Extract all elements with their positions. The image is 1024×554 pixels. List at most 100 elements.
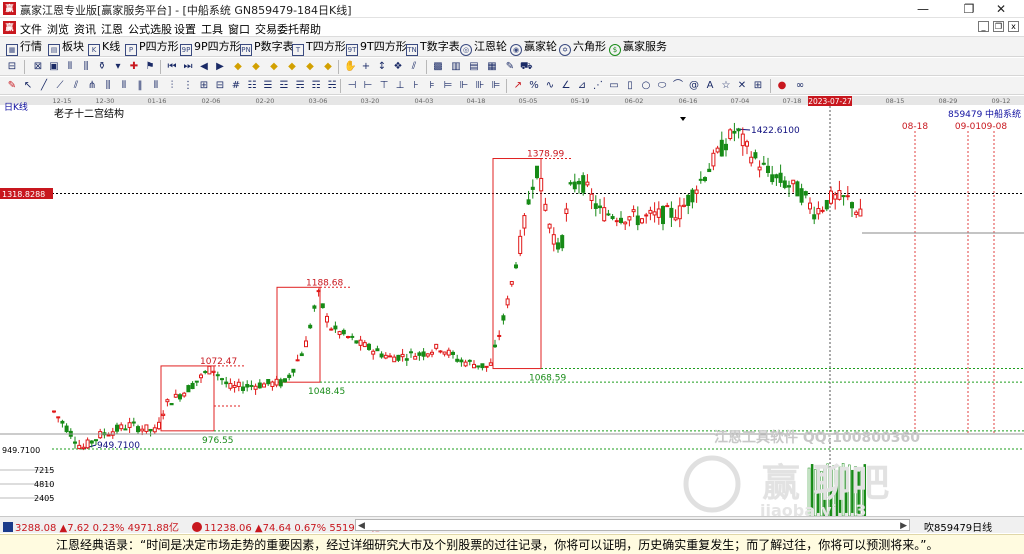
- toolbar-hexagon-button[interactable]: ✡ 六角形: [559, 40, 606, 56]
- line-icon[interactable]: ⫽: [408, 61, 420, 73]
- fib2-icon[interactable]: ⊢: [362, 80, 374, 92]
- fib6-icon[interactable]: ⊧: [426, 80, 438, 92]
- line-tool-icon[interactable]: ╱: [38, 80, 50, 92]
- menu-help[interactable]: 帮助: [299, 21, 321, 37]
- menu-tools[interactable]: 工具: [201, 21, 223, 37]
- menu-window[interactable]: 窗口: [228, 21, 250, 37]
- text-icon[interactable]: A: [704, 80, 716, 92]
- menu-formula[interactable]: 公式选股: [128, 21, 172, 37]
- toolbar-service-button[interactable]: $ 赢家服务: [609, 40, 667, 56]
- fan-icon[interactable]: ⋰: [592, 80, 604, 92]
- diamond-3-icon[interactable]: ◆: [268, 61, 280, 73]
- spiral-icon[interactable]: @: [688, 80, 700, 92]
- ladder4-icon[interactable]: ☴: [294, 80, 306, 92]
- scroll-right-icon[interactable]: ▶: [900, 521, 907, 531]
- toolbar-kline-button[interactable]: K K线: [88, 40, 120, 56]
- minimize-button[interactable]: —: [900, 0, 946, 18]
- pattern-icon[interactable]: ⊠: [32, 61, 44, 73]
- toolbar-t-square-button[interactable]: T T四方形: [292, 40, 346, 56]
- ray-icon[interactable]: ⟋: [54, 80, 66, 92]
- diamond-4-icon[interactable]: ◆: [286, 61, 298, 73]
- calc-icon[interactable]: ▦: [486, 61, 498, 73]
- toolbar-t-number-button[interactable]: TN T数字表: [406, 40, 460, 56]
- fib-icon[interactable]: ⊣: [346, 80, 358, 92]
- tools-icon[interactable]: ✎: [504, 61, 516, 73]
- toolbar-p-square-button[interactable]: P P四方形: [125, 40, 179, 56]
- pitch-icon[interactable]: ⊿: [576, 80, 588, 92]
- grid2-icon[interactable]: ⊟: [214, 80, 226, 92]
- angle-icon[interactable]: ∠: [560, 80, 572, 92]
- kline-chart[interactable]: 12-15 12-30 01-16 02-06 02-20 03-06 03-20 04-03…: [0, 96, 1024, 520]
- toolbar-9t-square-button[interactable]: 9T 9T四方形: [346, 40, 407, 56]
- fib8-icon[interactable]: ⊩: [458, 80, 470, 92]
- toolbar-gann-wheel-button[interactable]: ◎ 江恩轮: [460, 40, 507, 56]
- toolbar-9p-square-button[interactable]: 9P 9P四方形: [180, 40, 241, 56]
- flag-icon[interactable]: ⚑: [144, 61, 156, 73]
- fib3-icon[interactable]: ⊤: [378, 80, 390, 92]
- print-icon[interactable]: ▤: [468, 61, 480, 73]
- index1-status[interactable]: 3288.08 ▲7.62 0.23% 4971.88亿: [3, 519, 179, 534]
- box2-icon[interactable]: ▯: [624, 80, 636, 92]
- diamond-2-icon[interactable]: ◆: [250, 61, 262, 73]
- cross-icon[interactable]: ✕: [736, 80, 748, 92]
- hand-icon[interactable]: ✋: [344, 61, 356, 73]
- toolbar-blocks-button[interactable]: ▤ 板块: [48, 40, 84, 56]
- fib7-icon[interactable]: ⊨: [442, 80, 454, 92]
- pointer-icon[interactable]: ↖: [22, 80, 34, 92]
- rise-icon[interactable]: ↗: [512, 80, 524, 92]
- plus-arrow-icon[interactable]: ✚: [128, 61, 140, 73]
- pen-icon[interactable]: ✎: [6, 80, 18, 92]
- mdi-minimize-button[interactable]: _: [978, 21, 989, 32]
- mdi-close-button[interactable]: x: [1008, 21, 1019, 32]
- channel-icon[interactable]: ⫽: [70, 80, 82, 92]
- mdi-restore-button[interactable]: ❐: [993, 21, 1004, 32]
- box-icon[interactable]: ▭: [608, 80, 620, 92]
- image-icon[interactable]: ▩: [432, 61, 444, 73]
- menu-info[interactable]: 资讯: [74, 21, 96, 37]
- bars4-icon[interactable]: ‖: [134, 80, 146, 92]
- scroll-left-icon[interactable]: ◀: [358, 521, 365, 531]
- fib5-icon[interactable]: ⊦: [410, 80, 422, 92]
- first-icon[interactable]: ⏮: [166, 61, 178, 73]
- bars3-icon[interactable]: ⫴: [118, 80, 130, 92]
- ruler-icon[interactable]: ⊞: [198, 80, 210, 92]
- menu-trade[interactable]: 交易委托: [255, 21, 299, 37]
- ladder5-icon[interactable]: ☶: [310, 80, 322, 92]
- next-icon[interactable]: ▶: [214, 61, 226, 73]
- menu-settings[interactable]: 设置: [174, 21, 196, 37]
- toolbar-winner-wheel-button[interactable]: ◉ 赢家轮: [510, 40, 557, 56]
- arrow-icon[interactable]: ↕: [376, 61, 388, 73]
- fib4-icon[interactable]: ⊥: [394, 80, 406, 92]
- crosshair-icon[interactable]: +: [360, 61, 372, 73]
- infinity-icon[interactable]: ∞: [794, 80, 806, 92]
- bars2-icon[interactable]: ⫼: [102, 80, 114, 92]
- gift-icon[interactable]: ❖: [392, 61, 404, 73]
- diamond-1-icon[interactable]: ◆: [232, 61, 244, 73]
- ladder3-icon[interactable]: ☲: [278, 80, 290, 92]
- bottle-icon[interactable]: ⚱: [96, 61, 108, 73]
- menu-gann[interactable]: 江恩: [101, 21, 123, 37]
- horizontal-scrollbar[interactable]: ◀ ▶: [355, 519, 910, 531]
- sym-icon[interactable]: ☆: [720, 80, 732, 92]
- ladder2-icon[interactable]: ☰: [262, 80, 274, 92]
- fork-icon[interactable]: ⋔: [86, 80, 98, 92]
- grid3-icon[interactable]: ⊞: [752, 80, 764, 92]
- ladder-icon[interactable]: ☷: [246, 80, 258, 92]
- toolbar-p-number-button[interactable]: PN P数字表: [240, 40, 294, 56]
- bars5-icon[interactable]: ⦀: [150, 80, 162, 92]
- last-icon[interactable]: ⏭: [182, 61, 194, 73]
- ladder6-icon[interactable]: ☵: [326, 80, 338, 92]
- hash-icon[interactable]: #: [230, 80, 242, 92]
- ellipse-icon[interactable]: ⬭: [656, 80, 668, 92]
- arc-icon[interactable]: ⌒: [672, 80, 684, 92]
- menu-browse[interactable]: 浏览: [47, 21, 69, 37]
- layout-icon[interactable]: ⊟: [6, 61, 18, 73]
- prev-icon[interactable]: ◀: [198, 61, 210, 73]
- doc-icon[interactable]: ▣: [48, 61, 60, 73]
- wave-icon[interactable]: ∿: [544, 80, 556, 92]
- car-icon[interactable]: ⛟: [520, 61, 533, 73]
- close-button[interactable]: ✕: [978, 0, 1024, 18]
- bars-icon[interactable]: ⫴: [64, 61, 76, 73]
- dropdown-icon[interactable]: ▾: [112, 61, 124, 73]
- save-icon[interactable]: ▥: [450, 61, 462, 73]
